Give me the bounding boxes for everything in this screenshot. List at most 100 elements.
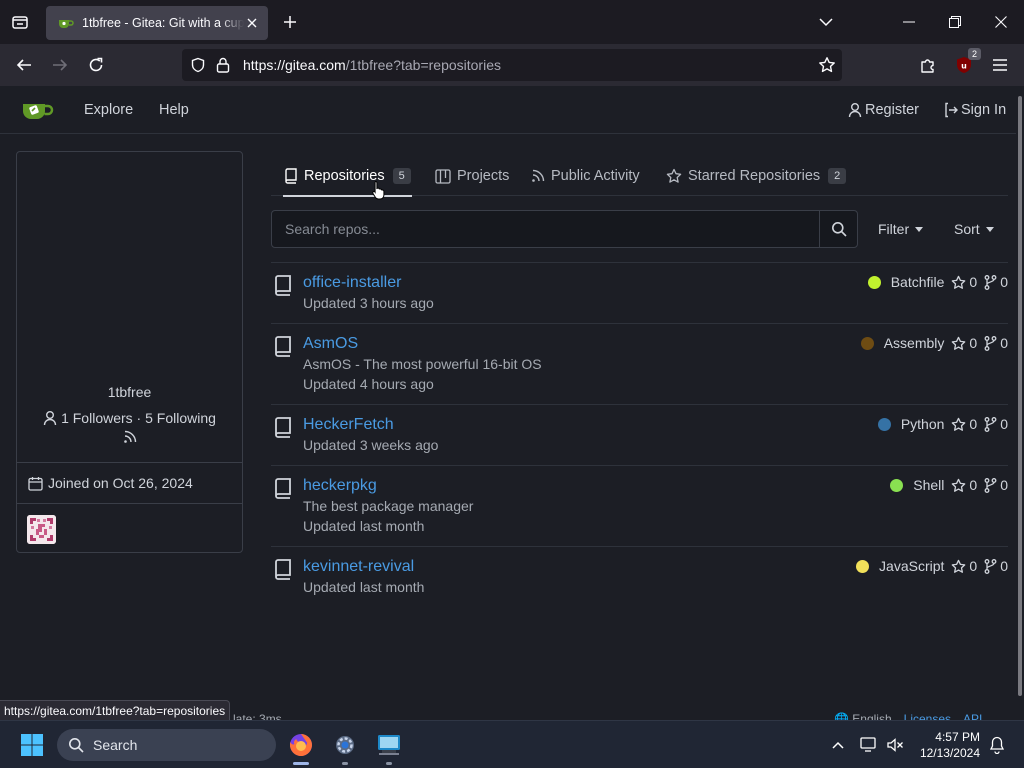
taskbar-search-box[interactable]: Search — [57, 729, 276, 761]
reload-icon[interactable] — [84, 53, 108, 77]
filter-dropdown[interactable]: Filter — [878, 221, 924, 237]
repo-forks[interactable]: 0 — [984, 558, 1008, 574]
repo-meta: Batchfile 0 0 — [867, 274, 1008, 290]
tab-starred-repositories[interactable]: Starred Repositories 2 — [666, 157, 847, 195]
nav-help-link[interactable]: Help — [159, 102, 189, 118]
footer-language-selector[interactable]: 🌐 English — [834, 712, 892, 720]
rss-feed-icon — [532, 169, 545, 182]
filter-label: Filter — [878, 221, 910, 237]
firefox-taskbar-icon[interactable] — [285, 729, 317, 765]
stars-count: 0 — [969, 274, 978, 290]
repositories-count-badge: 5 — [392, 168, 411, 184]
bookmark-star-icon[interactable] — [818, 56, 836, 74]
repo-item: AsmOS AsmOS - The most powerful 16-bit O… — [271, 323, 1008, 404]
browser-tab-active[interactable]: 1tbfree - Gitea: Git with a cup of tea — [46, 6, 268, 40]
star-icon — [666, 168, 682, 183]
link-status-tooltip: https://gitea.com/1tbfree?tab=repositori… — [0, 700, 231, 722]
extension-badge-count: 2 — [968, 48, 981, 60]
url-text[interactable]: https://gitea.com/1tbfree?tab=repositori… — [243, 57, 501, 73]
footer-language-label: English — [852, 712, 892, 720]
sort-dropdown[interactable]: Sort — [954, 221, 994, 237]
repo-stars[interactable]: 0 — [951, 416, 977, 432]
footer-links: 🌐 English Licenses API — [834, 712, 982, 720]
forks-count: 0 — [1000, 416, 1008, 432]
repo-forks[interactable]: 0 — [984, 416, 1008, 432]
repo-item: office-installer Updated 3 hours ago Bat… — [271, 262, 1008, 323]
repo-stars[interactable]: 0 — [951, 477, 977, 493]
repo-item: heckerpkg The best package manager Updat… — [271, 465, 1008, 546]
tab-repositories[interactable]: Repositories 5 — [283, 157, 412, 197]
footer-api-link[interactable]: API — [963, 712, 982, 720]
repo-search-box — [271, 210, 858, 248]
caret-down-icon — [915, 226, 924, 232]
show-hidden-icons-chevron-icon[interactable] — [828, 735, 848, 755]
settings-gear-taskbar-icon[interactable] — [329, 729, 361, 765]
clock-date: 12/13/2024 — [919, 746, 980, 760]
system-clock[interactable]: 4:57 PM 12/13/2024 — [918, 729, 980, 761]
repo-name-link[interactable]: heckerpkg — [303, 477, 377, 495]
footer-page-time: late: 3ms — [233, 712, 282, 720]
repo-stars[interactable]: 0 — [951, 335, 977, 351]
ublock-origin-shield-icon[interactable]: u 2 — [952, 48, 981, 77]
volume-muted-icon[interactable] — [885, 735, 905, 755]
repo-name-link[interactable]: office-installer — [303, 274, 401, 292]
gitea-page: Explore Help Register Sign In 1tbfree 1 … — [0, 86, 1016, 720]
extensions-puzzle-icon[interactable] — [916, 53, 940, 77]
tab-public-activity[interactable]: Public Activity — [531, 157, 640, 195]
url-bar[interactable]: https://gitea.com/1tbfree?tab=repositori… — [182, 49, 842, 81]
list-all-tabs-chevron-icon[interactable] — [814, 10, 838, 34]
search-button[interactable] — [819, 211, 857, 247]
tab-projects[interactable]: Projects — [435, 157, 509, 195]
search-repos-input[interactable] — [272, 211, 820, 247]
star-icon — [952, 336, 966, 350]
fork-icon — [984, 477, 997, 493]
page-scrollbar[interactable] — [1016, 86, 1024, 720]
running-app-indicator — [342, 762, 348, 765]
remote-desktop-taskbar-icon[interactable] — [373, 729, 405, 765]
repo-name-link[interactable]: HeckerFetch — [303, 416, 394, 434]
forward-arrow-icon[interactable] — [48, 53, 72, 77]
windows-start-icon[interactable] — [20, 733, 44, 757]
repo-forks[interactable]: 0 — [984, 274, 1008, 290]
close-window-icon[interactable] — [978, 4, 1024, 40]
rss-feed-icon[interactable] — [123, 430, 137, 444]
repo-meta: Assembly 0 0 — [860, 335, 1008, 351]
repo-description: The best package manager — [303, 498, 474, 514]
gitea-logo-icon[interactable] — [22, 98, 54, 122]
search-icon — [831, 222, 847, 237]
calendar-icon — [28, 476, 43, 491]
tracking-protection-shield-icon[interactable] — [190, 57, 206, 73]
new-tab-plus-icon[interactable] — [278, 10, 302, 34]
organization-avatar[interactable] — [27, 515, 56, 544]
followers-following[interactable]: 1 Followers · 5 Following — [17, 410, 242, 426]
back-arrow-icon[interactable] — [12, 53, 36, 77]
repo-name-link[interactable]: AsmOS — [303, 335, 358, 353]
url-path: /1tbfree?tab=repositories — [345, 57, 501, 73]
tab-public-activity-label: Public Activity — [551, 168, 640, 184]
maximize-window-icon[interactable] — [932, 4, 978, 40]
repo-stars[interactable]: 0 — [951, 558, 977, 574]
repo-forks[interactable]: 0 — [984, 335, 1008, 351]
scrollbar-thumb[interactable] — [1018, 96, 1022, 696]
repo-meta: Shell 0 0 — [890, 477, 1008, 493]
tab-projects-label: Projects — [457, 168, 510, 184]
close-tab-icon[interactable] — [244, 15, 260, 31]
repo-forks[interactable]: 0 — [984, 477, 1008, 493]
firefox-view-icon[interactable] — [8, 10, 32, 34]
star-icon — [952, 559, 966, 573]
padlock-icon[interactable] — [216, 57, 230, 73]
repo-icon — [275, 275, 291, 296]
repo-stars[interactable]: 0 — [951, 274, 977, 290]
repo-name-link[interactable]: kevinnet-revival — [303, 558, 414, 576]
sign-in-icon — [945, 102, 958, 118]
network-display-icon[interactable] — [859, 735, 879, 755]
notifications-bell-icon[interactable] — [987, 735, 1007, 755]
nav-explore-link[interactable]: Explore — [84, 102, 133, 118]
language-color-dot — [860, 336, 874, 350]
tab-starred-label: Starred Repositories — [688, 168, 821, 184]
nav-sign-in-link[interactable]: Sign In — [944, 102, 1006, 118]
footer-licenses-link[interactable]: Licenses — [904, 712, 951, 720]
nav-register-link[interactable]: Register — [848, 102, 919, 118]
hamburger-menu-icon[interactable] — [988, 53, 1012, 77]
minimize-window-icon[interactable] — [886, 4, 932, 40]
